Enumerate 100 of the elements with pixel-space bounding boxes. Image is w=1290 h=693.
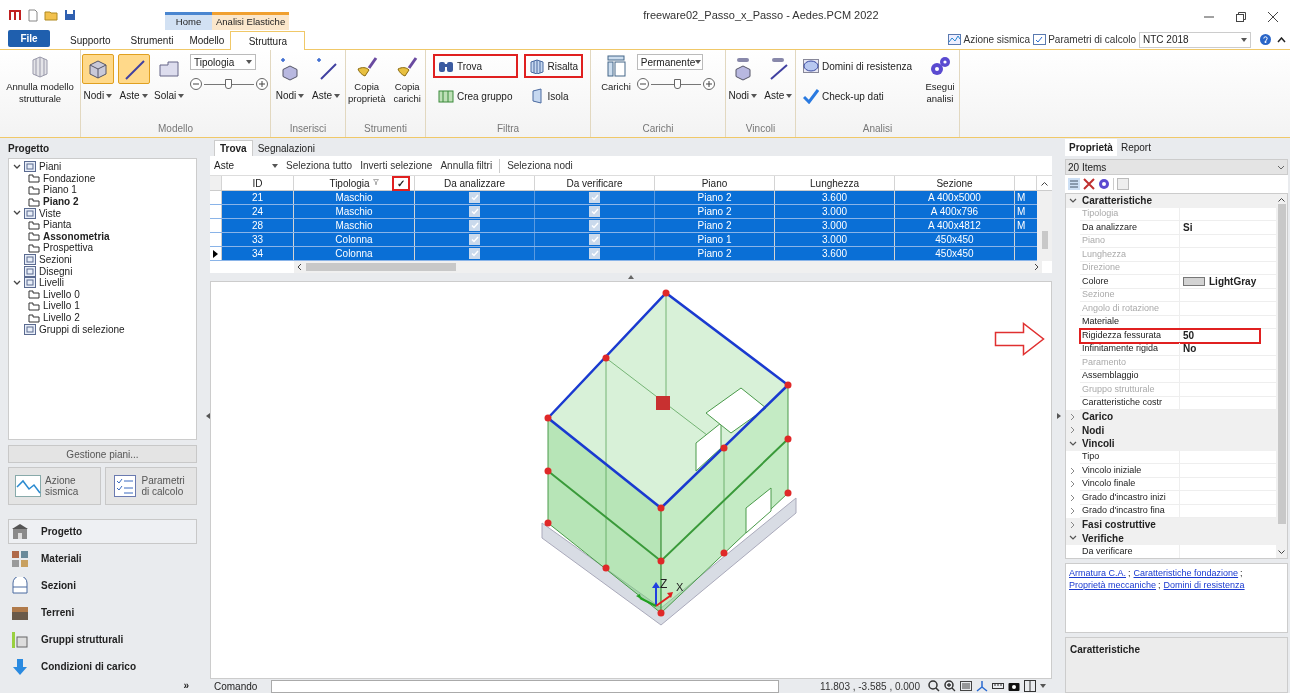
- command-input[interactable]: [271, 679, 780, 693]
- ribbon-toggle-button[interactable]: Nodi: [726, 50, 760, 112]
- toolbar-button[interactable]: Inverti selezione: [356, 158, 437, 173]
- checkbox[interactable]: [589, 234, 600, 245]
- ruler-icon[interactable]: [992, 680, 1004, 692]
- nav-item[interactable]: Materiali: [8, 546, 197, 571]
- horizontal-scrollbar[interactable]: [294, 261, 1042, 273]
- toolbar-button[interactable]: Annulla filtri: [436, 158, 497, 173]
- link[interactable]: Proprietà meccaniche: [1069, 579, 1157, 591]
- nav-item[interactable]: Condizioni di carico: [8, 654, 197, 679]
- more-button[interactable]: »: [183, 679, 189, 693]
- zoom-window-icon[interactable]: [944, 680, 956, 692]
- ribbon-tab[interactable]: Strumenti: [120, 31, 184, 49]
- standard-select[interactable]: NTC 2018: [1139, 31, 1251, 48]
- nav-item[interactable]: Progetto: [8, 519, 197, 544]
- ribbon-button[interactable]: Esegui analisi: [921, 50, 959, 116]
- zoom-icon[interactable]: [928, 680, 940, 692]
- quick-link[interactable]: Azione sismica: [948, 32, 1031, 47]
- ribbon-button[interactable]: Check-up dati: [798, 84, 918, 108]
- nav-item[interactable]: Terreni: [8, 600, 197, 625]
- table-row[interactable]: 28 Maschio Piano 2 3.000 A 400x4812 M: [210, 219, 1037, 233]
- ribbon-button[interactable]: Risalta: [523, 54, 584, 78]
- checkbox[interactable]: [469, 248, 480, 259]
- column-header[interactable]: Da verificare: [566, 175, 623, 191]
- column-header[interactable]: Lunghezza: [810, 175, 859, 191]
- checkbox[interactable]: [469, 192, 480, 203]
- quick-link[interactable]: Parametri di calcolo: [1033, 32, 1136, 47]
- chevron-right-icon[interactable]: [1069, 507, 1077, 516]
- slider[interactable]: [650, 78, 701, 90]
- vertical-scrollbar[interactable]: [1276, 194, 1287, 558]
- ribbon-toggle-button[interactable]: Nodi: [273, 50, 307, 112]
- category-header[interactable]: Caratteristiche: [1066, 194, 1276, 208]
- dropdown[interactable]: Tipologia: [190, 54, 256, 70]
- chevron-right-icon[interactable]: [1069, 466, 1077, 475]
- row-header[interactable]: [210, 247, 222, 260]
- panel-button[interactable]: Parametri di calcolo: [104, 467, 197, 505]
- ribbon-tab[interactable]: Struttura: [230, 31, 306, 50]
- category-header[interactable]: Carico: [1066, 410, 1276, 424]
- checkbox[interactable]: [589, 220, 600, 231]
- chevron-right-icon[interactable]: [1069, 493, 1077, 502]
- close-icon[interactable]: [1268, 12, 1278, 22]
- vertical-scrollbar[interactable]: [1037, 191, 1052, 261]
- column-header[interactable]: Piano: [701, 175, 728, 191]
- panel-tab[interactable]: Proprietà: [1065, 139, 1117, 156]
- panel-tab[interactable]: Segnalazioni: [252, 140, 320, 156]
- settings-icon[interactable]: [1098, 178, 1110, 190]
- link[interactable]: Domini di resistenza: [1163, 579, 1245, 591]
- ribbon-toggle-button[interactable]: Solai: [152, 50, 186, 112]
- table-row[interactable]: 34 Colonna Piano 2 3.600 450x450: [210, 247, 1037, 261]
- nav-item[interactable]: Sezioni: [8, 573, 197, 598]
- chevron-down-icon[interactable]: [13, 278, 21, 287]
- table-row[interactable]: 33 Colonna Piano 1 3.000 450x450: [210, 233, 1037, 247]
- ribbon-button[interactable]: Copia proprietà: [346, 50, 388, 116]
- toggle-icon-frame[interactable]: [117, 54, 150, 84]
- camera-icon[interactable]: [1008, 680, 1020, 692]
- slider-thumb[interactable]: [225, 79, 232, 89]
- ribbon-button[interactable]: Trova: [432, 54, 518, 78]
- toolbar-button[interactable]: Seleziona nodi: [503, 158, 577, 173]
- ribbon-button[interactable]: Crea gruppo: [432, 84, 518, 108]
- slider[interactable]: [204, 78, 254, 90]
- restore-icon[interactable]: [1236, 12, 1246, 22]
- column-header[interactable]: Sezione: [936, 175, 973, 191]
- checkbox[interactable]: [469, 234, 480, 245]
- checkbox[interactable]: [469, 220, 480, 231]
- table-row[interactable]: 21 Maschio Piano 2 3.600 A 400x5000 M: [210, 191, 1037, 205]
- ribbon-button[interactable]: Carichi: [599, 50, 633, 116]
- ribbon-button[interactable]: Copia carichi: [389, 50, 425, 116]
- table-row[interactable]: 24 Maschio Piano 2 3.000 A 400x796 M: [210, 205, 1037, 219]
- link[interactable]: Caratteristiche fondazione: [1133, 567, 1239, 579]
- list-view-icon[interactable]: [960, 680, 972, 692]
- chevron-down-icon[interactable]: [13, 162, 21, 171]
- selection-dropdown[interactable]: 20 Items: [1065, 159, 1288, 175]
- checkbox[interactable]: [589, 192, 600, 203]
- panel-tab[interactable]: Report: [1116, 139, 1155, 156]
- dropdown[interactable]: Permanente: [636, 54, 703, 70]
- column-header[interactable]: ID: [252, 175, 263, 191]
- checkbox[interactable]: [469, 206, 480, 217]
- chevron-right-icon[interactable]: [1069, 480, 1077, 489]
- manage-floors-button[interactable]: Gestione piani...: [8, 445, 197, 463]
- ribbon-tab[interactable]: Supporto: [60, 31, 121, 49]
- ribbon-toggle-button[interactable]: Aste: [309, 50, 343, 112]
- toggle-icon-frame[interactable]: [81, 54, 114, 84]
- ribbon-toggle-button[interactable]: Aste: [761, 50, 795, 112]
- ribbon-tab[interactable]: Modello: [183, 31, 231, 49]
- filter-dropdown[interactable]: Aste: [210, 157, 282, 174]
- column-header[interactable]: Tipologia: [329, 175, 370, 191]
- ribbon-button[interactable]: Domini di resistenza: [798, 54, 918, 78]
- checkbox[interactable]: [589, 206, 600, 217]
- column-header[interactable]: Da analizzare: [443, 175, 506, 191]
- file-tab[interactable]: File: [8, 30, 50, 47]
- link[interactable]: Armatura C.A.: [1069, 567, 1126, 579]
- ribbon-button[interactable]: Annulla modello strutturale: [2, 50, 78, 116]
- ribbon-toggle-button[interactable]: Aste: [116, 50, 151, 112]
- category-header[interactable]: Vincoli: [1066, 437, 1276, 451]
- split-view-icon[interactable]: [1024, 680, 1036, 692]
- checkbox[interactable]: [589, 248, 600, 259]
- panel-button[interactable]: Azione sismica: [8, 467, 101, 505]
- toolbar-button[interactable]: Seleziona tutto: [282, 158, 357, 173]
- ribbon-button[interactable]: Isola: [523, 84, 584, 108]
- nav-item[interactable]: Gruppi strutturali: [8, 627, 197, 652]
